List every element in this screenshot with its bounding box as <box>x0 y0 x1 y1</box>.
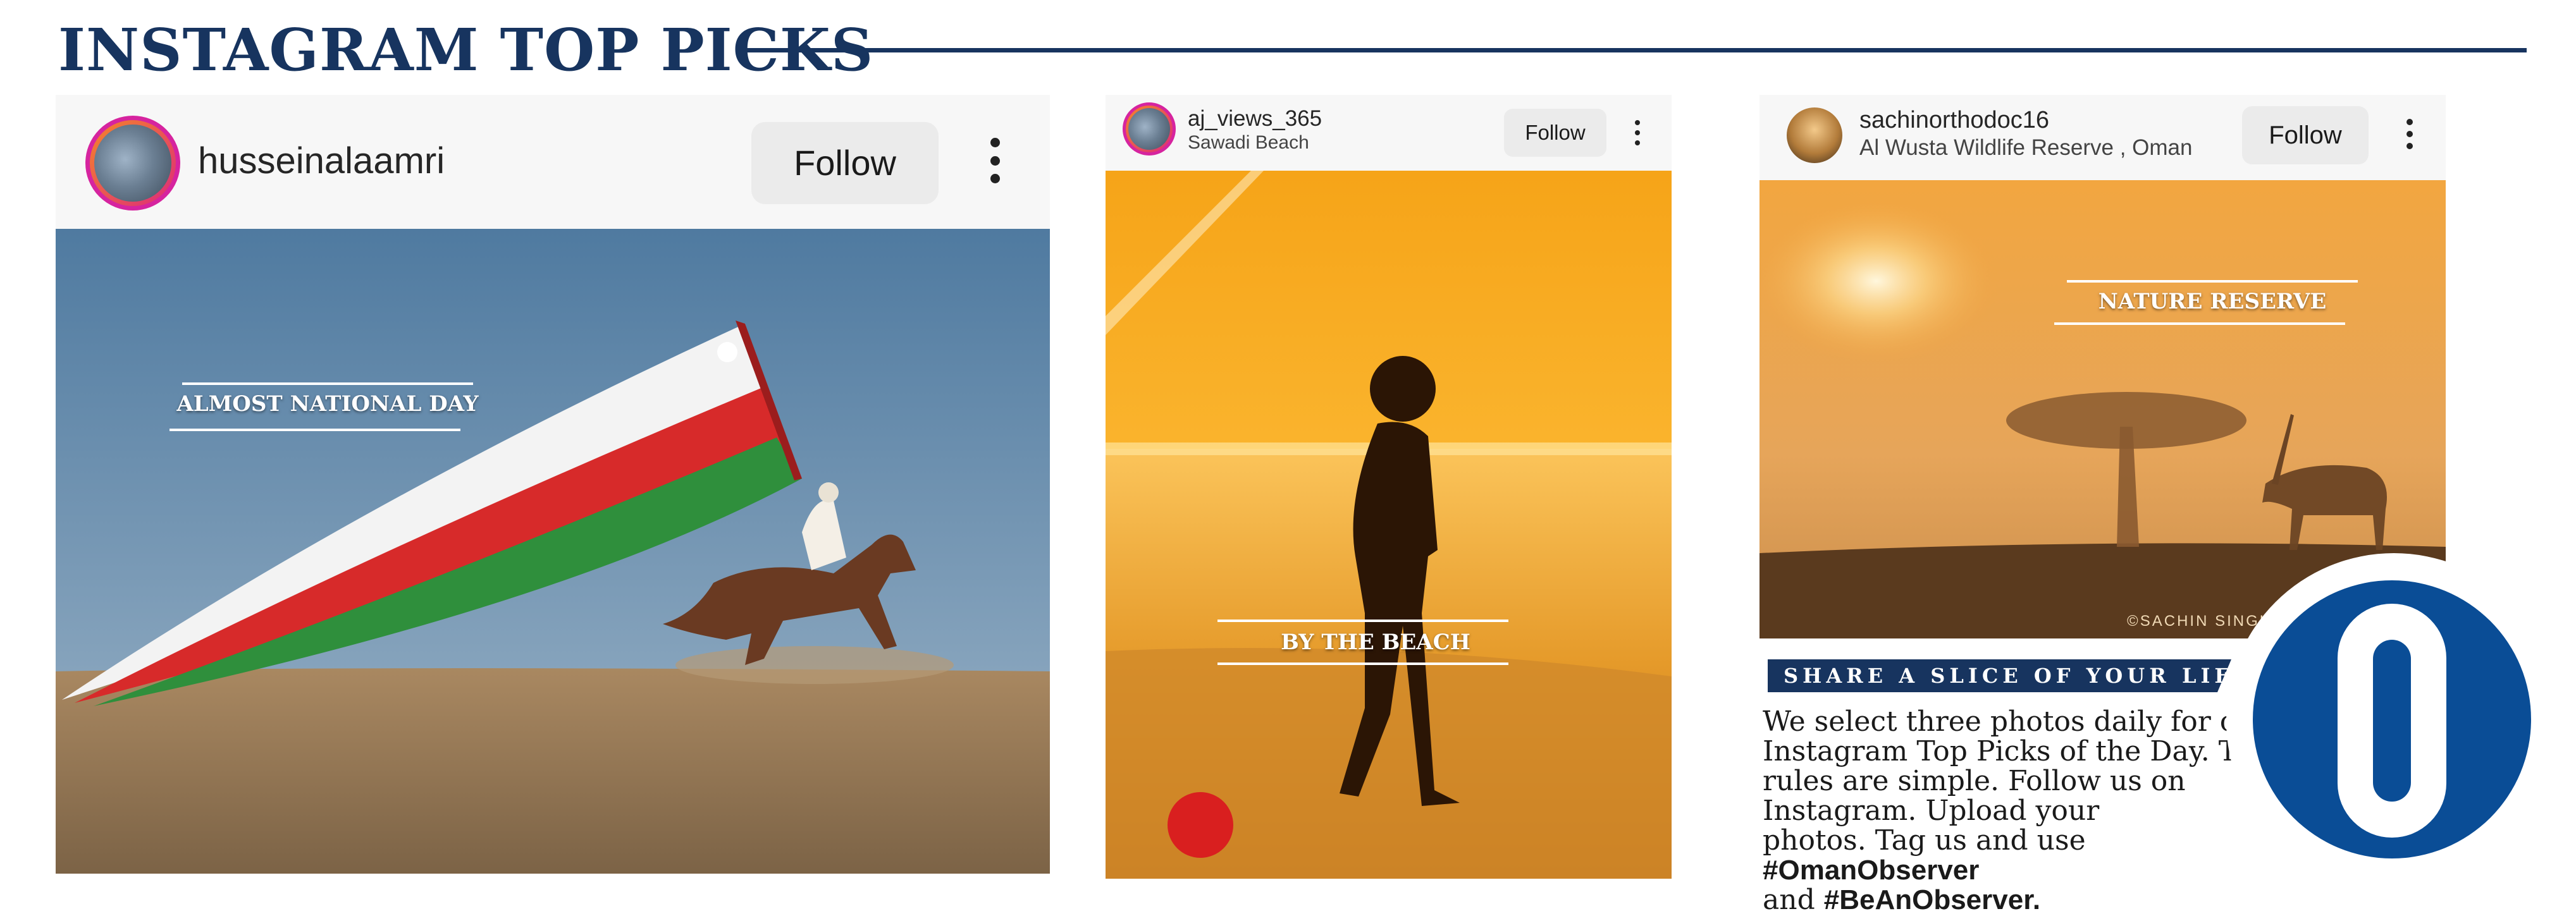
post-2-follow-button[interactable]: Follow <box>1504 109 1606 157</box>
promo-line: rules are simple. Follow us on <box>1763 765 2186 797</box>
post-3-location[interactable]: Al Wusta Wildlife Reserve , Oman <box>1859 135 2192 161</box>
post-2-photo <box>1106 171 1672 879</box>
post-3-avatar[interactable] <box>1787 107 1842 163</box>
promo-line: Instagram. Upload your <box>1763 795 2100 827</box>
post-2-more-icon[interactable] <box>1633 120 1642 145</box>
share-banner-text: SHARE A SLICE OF YOUR LIFE <box>1784 664 2253 688</box>
post-2-avatar[interactable] <box>1123 102 1176 156</box>
avatar-image <box>1128 108 1170 150</box>
post-1-avatar[interactable] <box>85 116 180 211</box>
promo-body: We select three photos daily for our Ins… <box>1763 707 2281 915</box>
post-2-username[interactable]: aj_views_365 <box>1188 106 1322 131</box>
logo-letter-o-counter <box>2373 640 2411 802</box>
promo-text: and <box>1763 884 1824 916</box>
header-rule <box>740 48 2527 52</box>
post-1-username[interactable]: husseinalaamri <box>198 139 445 183</box>
promo-line: Instagram Top Picks of the Day. The <box>1763 735 2272 767</box>
post-1-photo <box>56 229 1050 874</box>
post-1-follow-button[interactable]: Follow <box>751 122 939 204</box>
post-1-caption: ALMOST NATIONAL DAY <box>176 391 479 417</box>
hashtag-be-an-observer[interactable]: #BeAnObserver. <box>1824 884 2040 915</box>
promo-line: and #BeAnObserver. <box>1763 885 2281 915</box>
post-3-more-icon[interactable] <box>2405 119 2414 149</box>
post-3-caption: NATURE RESERVE <box>2098 289 2327 314</box>
avatar-image <box>94 125 171 202</box>
post-3-caption-line-top <box>2067 280 2358 283</box>
post-1-caption-line-bottom <box>169 429 460 431</box>
post-3-caption-line-bottom <box>2054 322 2345 325</box>
post-2-caption-line-top <box>1217 620 1508 622</box>
post-2-caption-line-bottom <box>1217 663 1508 665</box>
post-1-more-icon[interactable] <box>985 138 1004 183</box>
post-3-username[interactable]: sachinorthodoc16 <box>1859 106 2049 134</box>
post-2-location[interactable]: Sawadi Beach <box>1188 131 1309 154</box>
post-3-follow-button[interactable]: Follow <box>2242 106 2369 164</box>
hashtag-oman-observer[interactable]: #OmanObserver <box>1763 855 1979 886</box>
post-1-caption-line-top <box>182 382 473 385</box>
post-2-caption: BY THE BEACH <box>1281 630 1470 655</box>
promo-line: photos. Tag us and use #OmanObserver <box>1763 826 2281 885</box>
promo-line: We select three photos daily for our <box>1763 705 2268 738</box>
promo-text: photos. Tag us and use <box>1763 824 2086 857</box>
